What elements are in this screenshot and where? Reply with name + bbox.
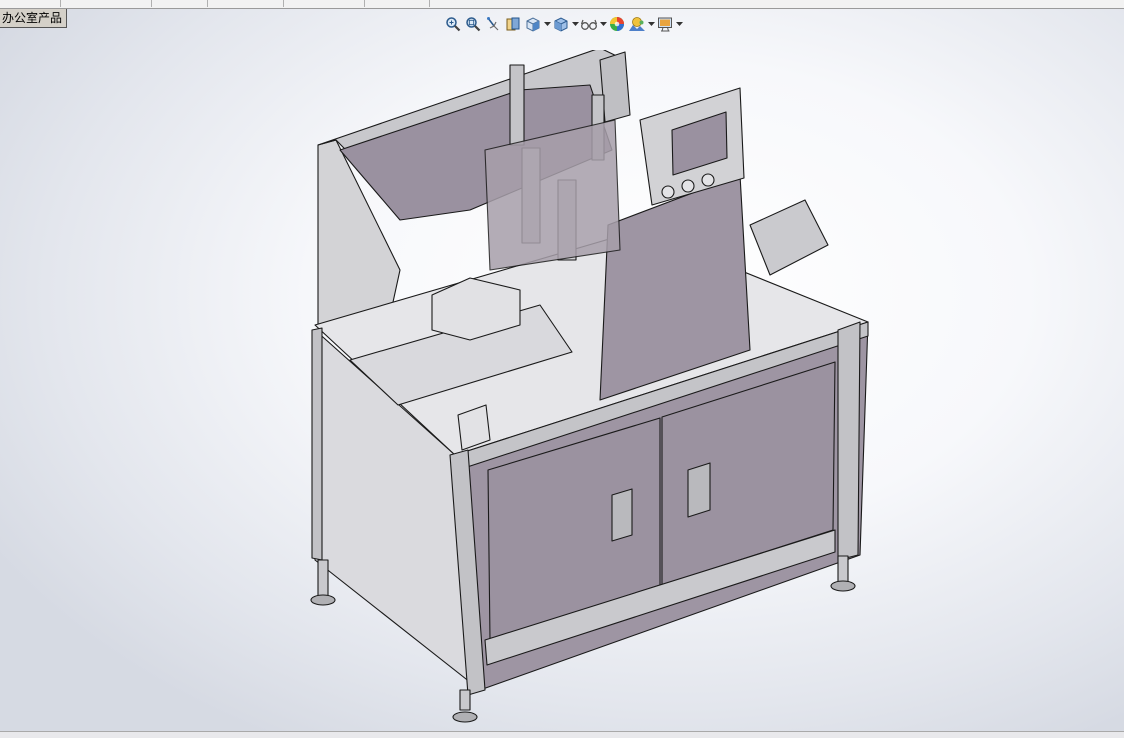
section-view-button[interactable] xyxy=(504,15,522,33)
heads-up-view-toolbar xyxy=(444,14,684,34)
tab-strip-segment[interactable] xyxy=(365,0,430,7)
view-orientation-button[interactable] xyxy=(524,15,542,33)
leveling-foot xyxy=(317,559,329,597)
zoom-to-area-icon xyxy=(466,17,481,32)
leveling-foot xyxy=(837,555,849,583)
hide-show-items-button[interactable] xyxy=(580,15,598,33)
control-button[interactable] xyxy=(681,179,695,193)
door-handle-left[interactable] xyxy=(611,488,633,542)
apply-scene-icon xyxy=(629,17,645,31)
chevron-down-icon xyxy=(599,21,607,26)
chevron-down-icon xyxy=(571,21,579,26)
document-tab-label: 办公室产品 xyxy=(2,11,63,25)
chevron-down-icon xyxy=(543,21,551,26)
machine-frame-post-back xyxy=(311,327,323,561)
vertical-cylinder xyxy=(509,64,525,146)
tab-strip-segment[interactable] xyxy=(61,0,152,7)
tab-strip-segment[interactable] xyxy=(284,0,365,7)
edit-appearance-button[interactable] xyxy=(608,15,626,33)
leveling-foot-pad xyxy=(310,594,336,606)
display-style-icon xyxy=(554,17,568,32)
leveling-foot xyxy=(459,689,471,711)
zoom-to-area-button[interactable] xyxy=(464,15,482,33)
section-view-icon xyxy=(506,17,520,31)
leveling-foot-pad xyxy=(830,580,856,592)
view-settings-icon xyxy=(657,17,672,32)
view-orientation-dropdown[interactable] xyxy=(542,15,552,33)
view-settings-dropdown[interactable] xyxy=(674,15,684,33)
apply-scene-button[interactable] xyxy=(628,15,646,33)
apply-scene-dropdown[interactable] xyxy=(646,15,656,33)
control-button[interactable] xyxy=(661,185,675,199)
document-tab[interactable]: 办公室产品 xyxy=(0,9,68,28)
machine-frame-post-right xyxy=(837,321,861,561)
machine-3d-model[interactable] xyxy=(300,50,880,730)
conveyor-tray-right xyxy=(749,199,829,276)
leveling-foot-pad xyxy=(452,711,478,723)
previous-view-icon xyxy=(487,17,499,31)
control-button[interactable] xyxy=(701,173,715,187)
zoom-to-fit-icon xyxy=(446,17,461,32)
edit-appearance-icon xyxy=(610,17,624,31)
chevron-down-icon xyxy=(647,21,655,26)
hide-show-items-icon xyxy=(580,19,598,30)
zoom-to-fit-button[interactable] xyxy=(444,15,462,33)
chevron-down-icon xyxy=(675,21,683,26)
door-handle-right[interactable] xyxy=(687,462,711,518)
tab-strip-segment[interactable] xyxy=(208,0,284,7)
display-style-dropdown[interactable] xyxy=(570,15,580,33)
tab-strip-segment[interactable] xyxy=(0,0,61,7)
view-orientation-icon xyxy=(526,17,540,32)
view-settings-button[interactable] xyxy=(656,15,674,33)
tab-strip-segment[interactable] xyxy=(152,0,208,7)
top-window-strip xyxy=(0,0,1124,9)
hide-show-items-dropdown[interactable] xyxy=(598,15,608,33)
previous-view-button[interactable] xyxy=(484,15,502,33)
display-style-button[interactable] xyxy=(552,15,570,33)
